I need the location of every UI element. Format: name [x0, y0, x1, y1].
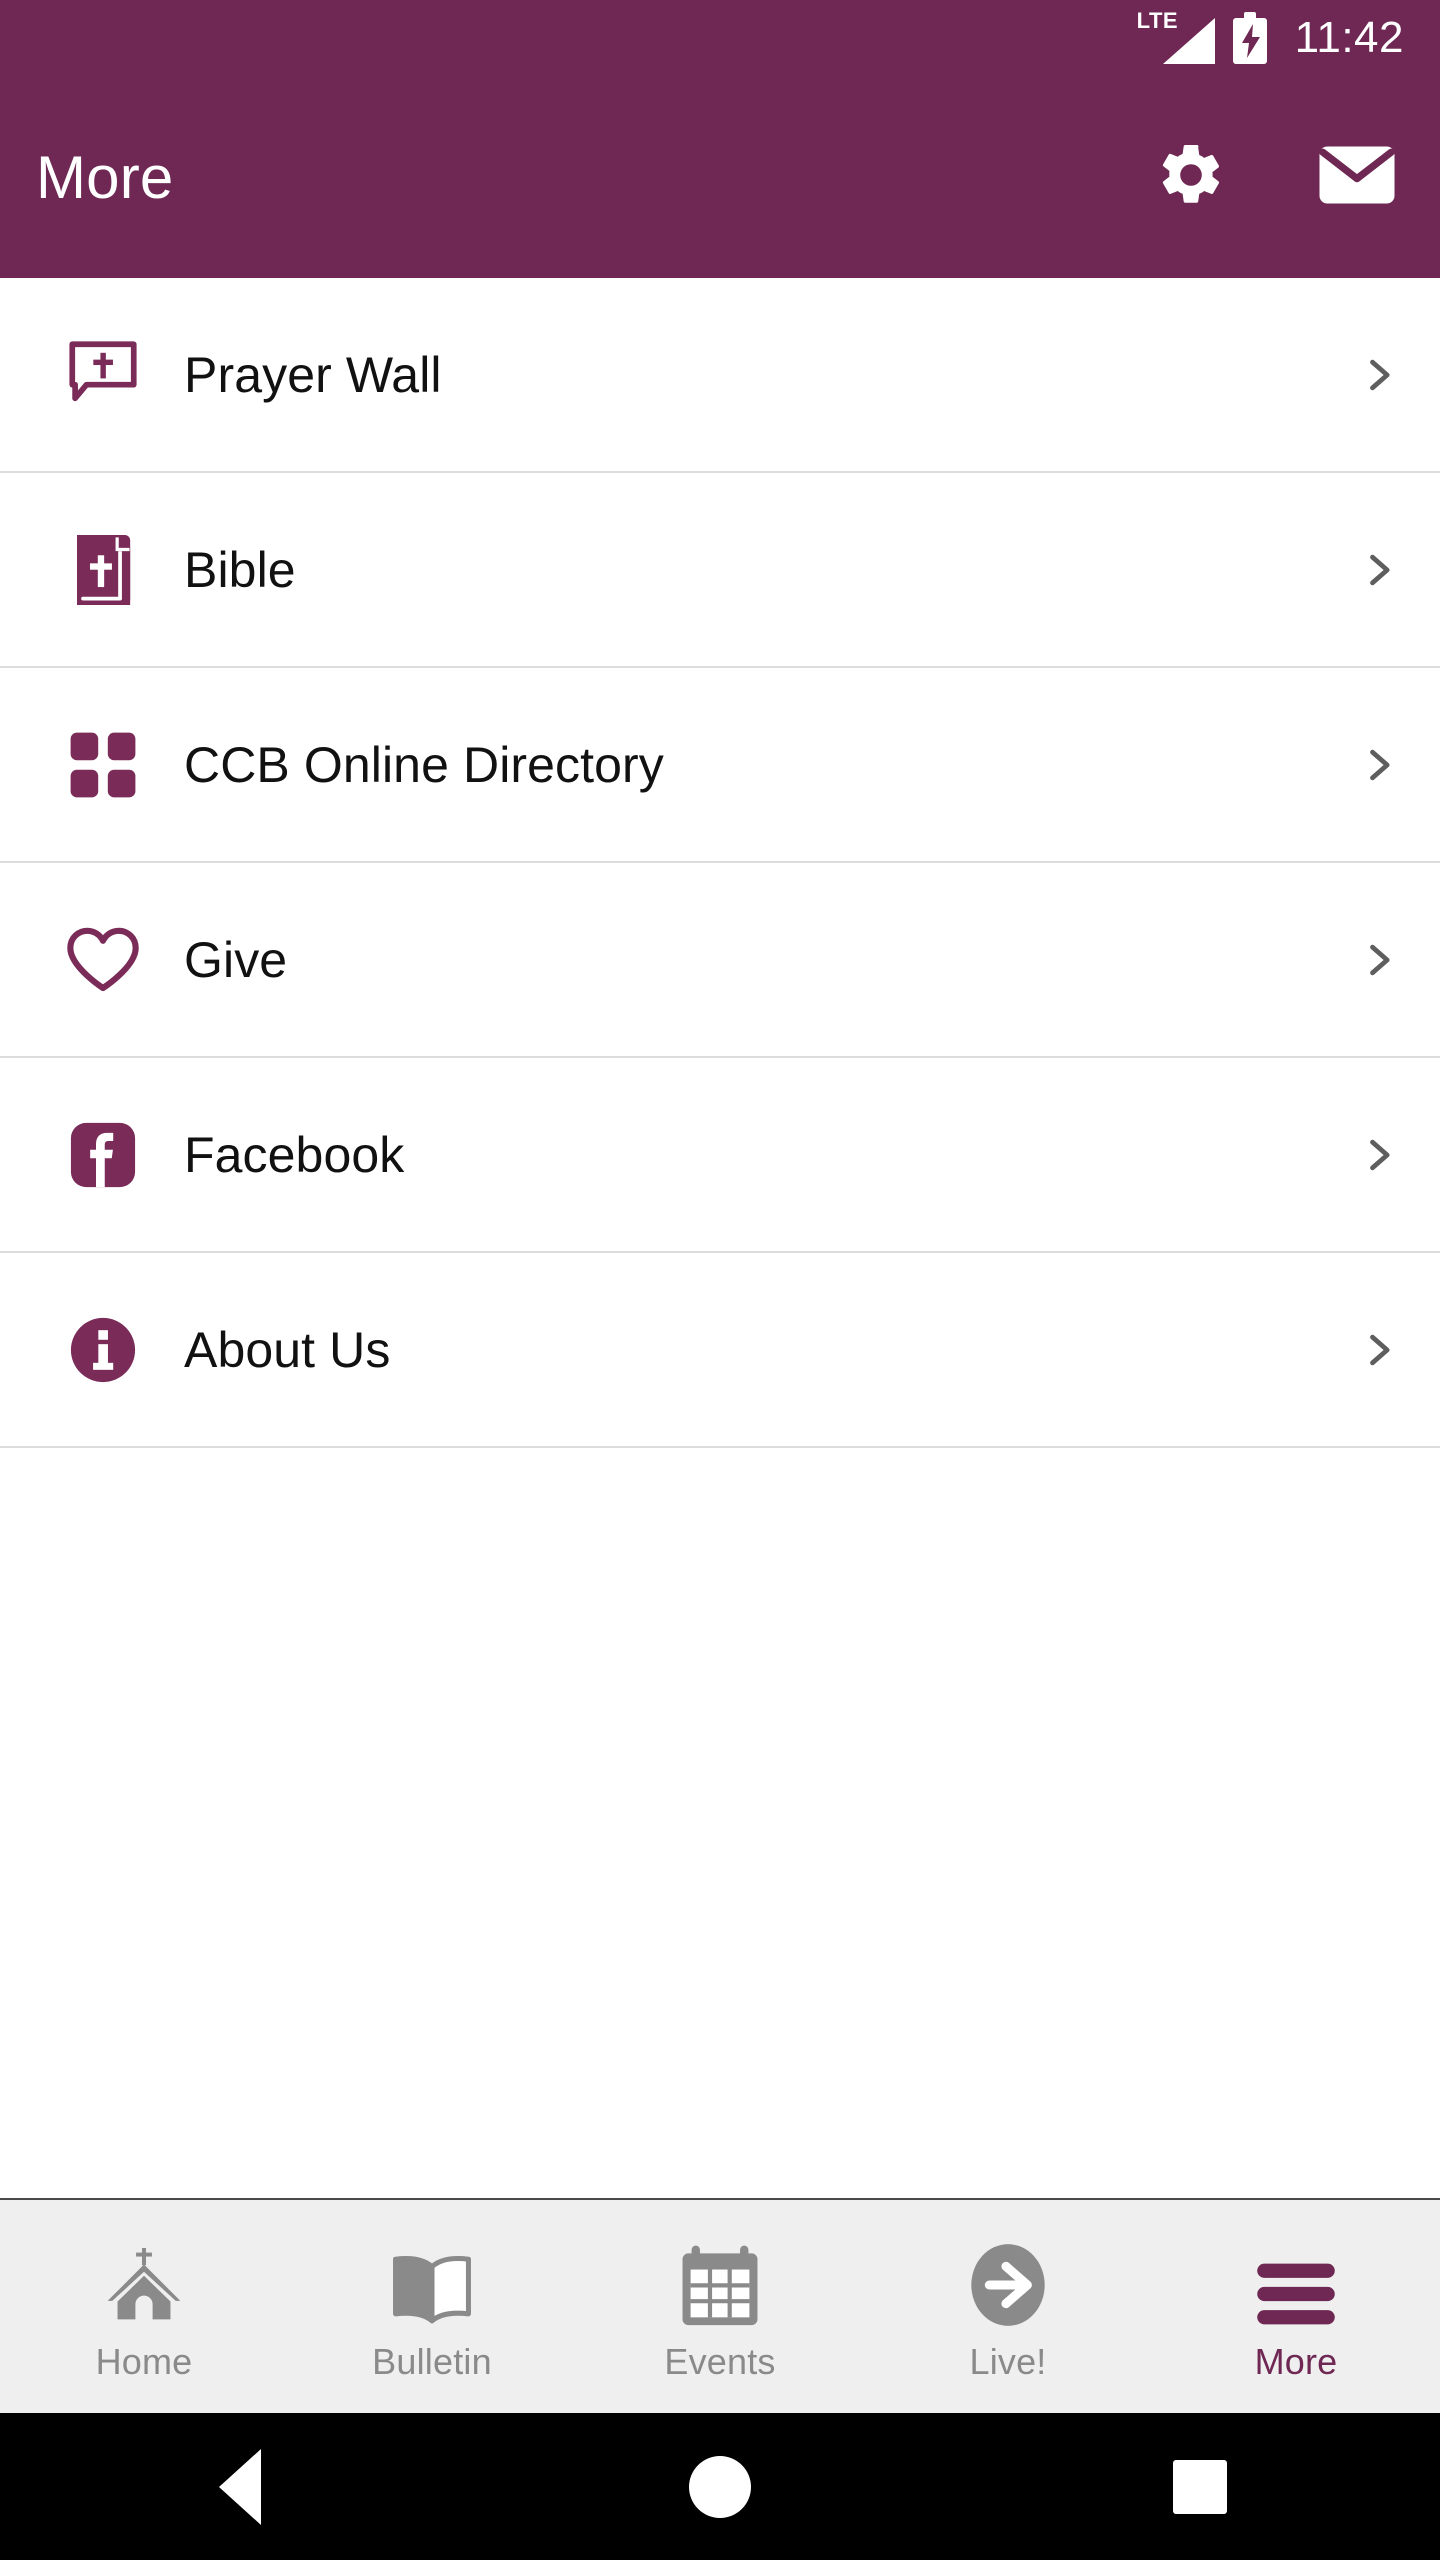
chevron-right-icon [1340, 743, 1400, 787]
app-bar-actions [1148, 134, 1400, 220]
bible-book-icon [60, 527, 146, 613]
menu-item-label: Prayer Wall [184, 346, 442, 403]
mail-button[interactable] [1314, 134, 1400, 220]
home-circle-icon [689, 2455, 751, 2518]
signal-triangle [1162, 18, 1215, 64]
open-book-icon [388, 2234, 476, 2330]
tab-more[interactable]: More [1152, 2200, 1440, 2413]
menu-item-bible[interactable]: Bible [0, 473, 1440, 668]
grid-squares-icon [60, 722, 146, 808]
gear-icon [1155, 139, 1227, 216]
info-circle-icon [60, 1307, 146, 1393]
settings-button[interactable] [1148, 134, 1234, 220]
tab-label: Events [664, 2340, 776, 2382]
recents-square-icon [1173, 2459, 1227, 2514]
facebook-icon [60, 1112, 146, 1198]
chevron-right-icon [1340, 938, 1400, 982]
menu-item-label: Give [184, 931, 288, 988]
menu-item-give[interactable]: Give [0, 863, 1440, 1058]
app-screen: LTE 11:42 More Prayer Wall Bible CCB Onl… [0, 0, 1440, 2560]
chevron-right-icon [1340, 1328, 1400, 1372]
signal-bars-icon: LTE [1137, 10, 1215, 64]
back-triangle-icon [219, 2448, 261, 2525]
menu-item-about-us[interactable]: About Us [0, 1253, 1440, 1448]
menu-item-facebook[interactable]: Facebook [0, 1058, 1440, 1253]
tab-label: Home [95, 2340, 193, 2382]
menu-item-label: CCB Online Directory [184, 736, 664, 793]
tab-label: More [1254, 2340, 1338, 2382]
arrow-circle-icon [966, 2234, 1050, 2330]
status-clock: 11:42 [1294, 13, 1404, 62]
bottom-navigation: Home Bulletin Events Live! More [0, 2198, 1440, 2413]
hamburger-icon [1254, 2234, 1338, 2330]
envelope-icon [1318, 143, 1396, 212]
menu-item-label: Bible [184, 541, 296, 598]
menu-item-ccb-online-directory[interactable]: CCB Online Directory [0, 668, 1440, 863]
menu-item-prayer-wall[interactable]: Prayer Wall [0, 278, 1440, 473]
menu-item-label: About Us [184, 1321, 391, 1378]
android-back-button[interactable] [180, 2427, 300, 2547]
android-recents-button[interactable] [1140, 2427, 1260, 2547]
tab-bulletin[interactable]: Bulletin [288, 2200, 576, 2413]
chevron-right-icon [1340, 548, 1400, 592]
speech-bubble-cross-icon [60, 332, 146, 418]
android-navigation-bar [0, 2413, 1440, 2560]
tab-events[interactable]: Events [576, 2200, 864, 2413]
tab-live[interactable]: Live! [864, 2200, 1152, 2413]
menu-item-label: Facebook [184, 1126, 405, 1183]
page-title: More [36, 143, 174, 211]
tab-label: Live! [969, 2340, 1047, 2382]
android-home-button[interactable] [660, 2427, 780, 2547]
battery-charging-icon [1232, 12, 1267, 64]
calendar-icon [678, 2234, 762, 2330]
chevron-right-icon [1340, 1133, 1400, 1177]
tab-home[interactable]: Home [0, 2200, 288, 2413]
app-bar: More [0, 76, 1440, 278]
status-bar: LTE 11:42 [0, 0, 1440, 76]
tab-label: Bulletin [372, 2340, 492, 2382]
heart-outline-icon [60, 917, 146, 1003]
chevron-right-icon [1340, 353, 1400, 397]
church-icon [101, 2234, 187, 2330]
status-bar-icons: LTE 11:42 [1137, 10, 1404, 64]
menu-list: Prayer Wall Bible CCB Online Directory G… [0, 278, 1440, 2198]
